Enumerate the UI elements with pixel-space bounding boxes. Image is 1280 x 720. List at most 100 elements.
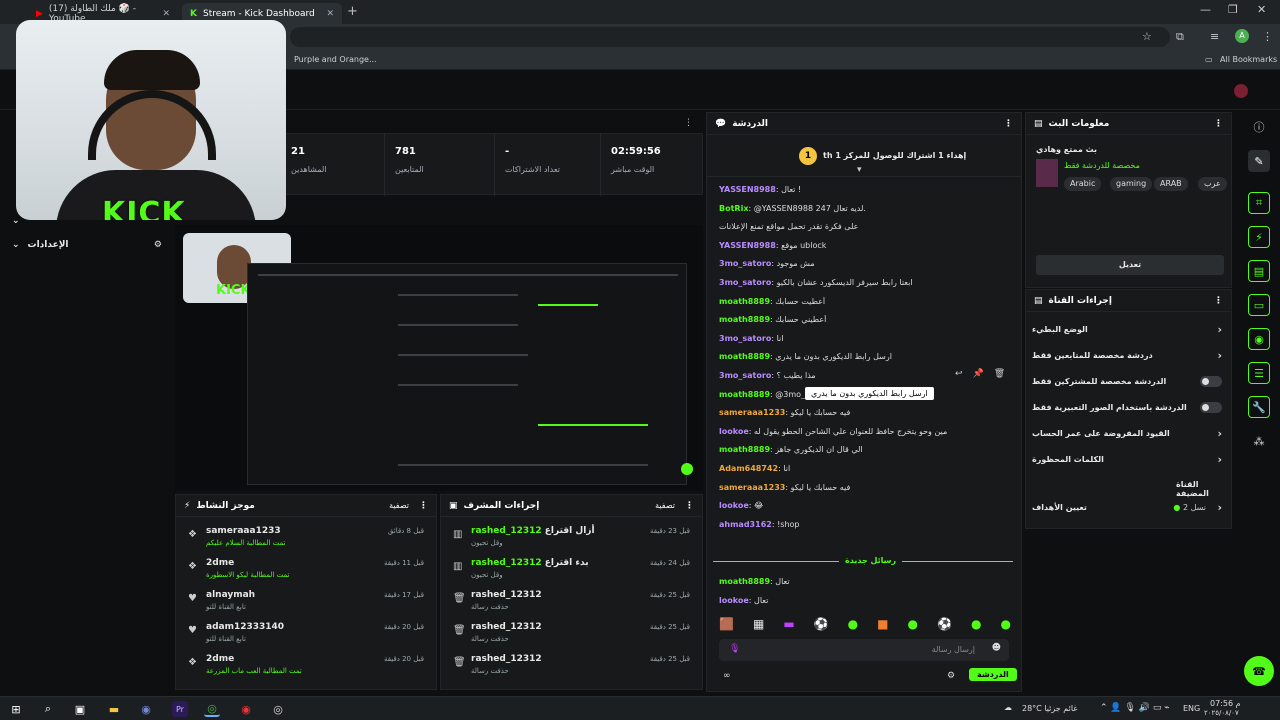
avatar[interactable] — [1234, 84, 1248, 98]
chat-username[interactable]: lookoe — [719, 596, 749, 605]
support-icon[interactable]: ☎ — [1244, 656, 1274, 686]
gear-icon[interactable]: ⚙ — [947, 671, 955, 681]
chat-message[interactable]: lookoe: تعال — [719, 596, 1011, 605]
all-bookmarks[interactable]: All Bookmarks — [1220, 55, 1277, 64]
close-icon[interactable]: ✕ — [326, 9, 334, 19]
obs-icon[interactable]: ◉ — [238, 701, 254, 717]
emote-icon[interactable]: ⚽ — [937, 617, 952, 635]
avatar[interactable]: A — [1235, 29, 1249, 43]
emote-icon[interactable]: ▦ — [753, 617, 764, 635]
chat-message[interactable]: YASSEN8988: موقع ublock — [719, 241, 1011, 250]
more-icon[interactable]: ⋮ — [684, 118, 693, 128]
action-followers-only[interactable]: دردشة مخصصة للمتابعين فقط › — [1032, 346, 1226, 368]
send-button[interactable]: الدردشة — [969, 668, 1017, 681]
chat-username[interactable]: lookoe — [719, 427, 749, 436]
chat-username[interactable]: BotRix — [719, 204, 748, 213]
windows-icon[interactable]: ⊞ — [8, 701, 24, 717]
chat-message[interactable]: lookoe: 😂 — [719, 501, 1011, 510]
chat-username[interactable]: 3mo_satoro — [719, 334, 771, 343]
emote-icon[interactable]: ● — [908, 617, 918, 635]
chat-input[interactable]: 🎙 إرسال رسالة ☻ — [719, 639, 1009, 661]
action-set-goals[interactable]: تعيين الأهداف ● نسل 2 › — [1032, 498, 1226, 520]
layers-icon[interactable]: ☰ — [1248, 362, 1270, 384]
chat-username[interactable]: moath8889 — [719, 315, 770, 324]
chat-message[interactable]: lookoe: مين وحو يتخرج حافظ للعنوان علي ا… — [719, 427, 1011, 436]
discord-icon[interactable]: ◉ — [138, 701, 154, 717]
chat-message[interactable]: BotRix: @YASSEN8988 247 لديه تعال. — [719, 204, 1011, 213]
more-icon[interactable]: ⋮ — [685, 501, 694, 511]
mic-icon[interactable]: 🎙 — [729, 644, 740, 654]
chat-username[interactable]: moath8889 — [719, 297, 770, 306]
clock-date[interactable]: ٢٠٢٥/٠٨/٠٧ — [1204, 709, 1239, 717]
star-icon[interactable]: ☆ — [1142, 30, 1152, 43]
emote-icon[interactable]: ■ — [877, 617, 888, 635]
queue-icon[interactable]: ≡ — [1210, 30, 1219, 43]
broadcast-icon[interactable]: ◉ — [1248, 328, 1270, 350]
folder-icon[interactable]: ▬ — [106, 701, 122, 717]
settings-icon[interactable]: ∞ — [723, 671, 731, 681]
chat-username[interactable]: 3mo_satoro — [719, 371, 771, 380]
emotes-only-toggle[interactable] — [1200, 402, 1222, 413]
filter-button[interactable]: تصفية — [655, 501, 675, 510]
chat-username[interactable]: sameraaa1233 — [719, 408, 785, 417]
chat-username[interactable]: YASSEN8988 — [719, 241, 776, 250]
chat-icon[interactable]: ▭ — [1248, 294, 1270, 316]
clock-time[interactable]: 07:56 م — [1210, 699, 1241, 708]
chat-message[interactable]: moath8889: أعطيت حسابك — [719, 297, 1011, 306]
task-view-icon[interactable]: ▣ — [72, 701, 88, 717]
chat-message[interactable]: على فكرة تقدر تحمل مواقع تمنع الإعلانات — [719, 222, 1011, 231]
search-icon[interactable]: ⌕ — [40, 701, 56, 717]
wrench-icon[interactable]: 🔧 — [1248, 396, 1270, 418]
edit-icon[interactable]: ✎ — [1248, 150, 1270, 172]
capture-icon[interactable]: ⌗ — [1248, 192, 1270, 214]
collapse-icon[interactable]: ▾ — [857, 165, 862, 175]
chat-username[interactable]: lookoe — [719, 501, 749, 510]
filter-button[interactable]: تصفية — [389, 501, 409, 510]
share-icon[interactable]: ⁂ — [1248, 430, 1270, 452]
chat-username[interactable]: Adam648742 — [719, 464, 778, 473]
chat-message[interactable]: 3mo_satoro: انا — [719, 334, 1011, 343]
extensions-icon[interactable]: ⧉ — [1176, 30, 1184, 44]
more-icon[interactable]: ⋮ — [1004, 119, 1013, 129]
premiere-icon[interactable]: Pr — [172, 701, 188, 717]
chat-username[interactable]: ahmad3162 — [719, 520, 772, 529]
bookmark-item[interactable]: Purple and Orange... — [294, 55, 377, 64]
close-icon[interactable]: ✕ — [162, 9, 170, 19]
chat-username[interactable]: moath8889 — [719, 577, 770, 586]
info-icon[interactable]: ⓘ — [1248, 116, 1270, 138]
document-icon[interactable]: ▤ — [1248, 260, 1270, 282]
chat-message[interactable]: ahmad3162: !shop — [719, 520, 1011, 529]
chat-message[interactable]: YASSEN8988: تعال ! — [719, 185, 1011, 194]
chat-username[interactable]: 3mo_satoro — [719, 259, 771, 268]
app-icon[interactable]: ◎ — [270, 701, 286, 717]
subscribers-only-toggle[interactable] — [1200, 376, 1222, 387]
menu-icon[interactable]: ⋮ — [1262, 30, 1273, 43]
emote-icon[interactable]: 🟫 — [719, 617, 734, 635]
emote-icon[interactable]: ⚽ — [814, 617, 829, 635]
reply-icon[interactable]: ↩ — [955, 369, 963, 379]
emote-icon[interactable]: ● — [848, 617, 858, 635]
language-indicator[interactable]: ENG — [1183, 704, 1200, 713]
category-name[interactable]: مخصصة للدردشة فقط — [1064, 161, 1140, 170]
chat-username[interactable]: YASSEN8988 — [719, 185, 776, 194]
emote-icon[interactable]: ● — [1000, 617, 1010, 635]
trash-icon[interactable]: 🗑 — [994, 369, 1005, 379]
chat-username[interactable]: moath8889 — [719, 445, 770, 454]
chat-message[interactable]: 3mo_satoro: ابعتا رابط سيرفر الديسكورد ع… — [719, 278, 1011, 287]
chat-message[interactable]: moath8889: أعطيني حسابك — [719, 315, 1011, 324]
weather[interactable]: 28°C غائم جزئيا — [1022, 704, 1077, 713]
tray-icons[interactable]: ⌃ 👤 🎙 🔊 ▭ ⌁ — [1100, 703, 1170, 713]
chat-message[interactable]: sameraaa1233: فيه حسابك يا ليكو — [719, 408, 1011, 417]
url-field[interactable] — [290, 27, 1170, 47]
emoji-icon[interactable]: ☻ — [992, 643, 1001, 653]
chat-username[interactable]: moath8889 — [719, 390, 770, 399]
chat-message[interactable]: moath8889: ارسل رابط الديكوري بدون ما يد… — [719, 352, 1011, 361]
more-icon[interactable]: ⋮ — [419, 501, 428, 511]
chat-username[interactable]: 3mo_satoro — [719, 278, 771, 287]
emote-icon[interactable]: ▬ — [783, 617, 794, 635]
window-close-button[interactable]: ✕ — [1257, 3, 1266, 16]
action-banned-words[interactable]: الكلمات المحظورة › — [1032, 450, 1226, 472]
more-icon[interactable]: ⋮ — [1214, 119, 1223, 129]
chrome-icon[interactable]: ◎ — [204, 701, 220, 717]
lightning-icon[interactable]: ⚡ — [1248, 226, 1270, 248]
